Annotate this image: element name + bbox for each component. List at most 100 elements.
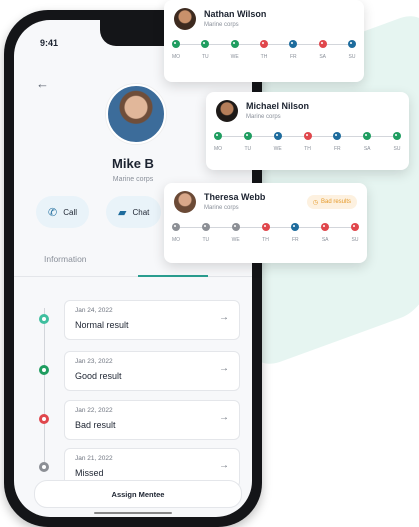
day-status: SU (340, 40, 364, 60)
day-dot (289, 40, 298, 48)
day-dot (201, 40, 210, 48)
result-label: Good result (75, 371, 122, 381)
day-status: TU (193, 40, 217, 60)
day-dot (231, 223, 240, 231)
day-dot (303, 132, 312, 140)
day-label: SU (351, 237, 359, 243)
tab-active-indicator (138, 275, 208, 277)
day-status: WE (223, 40, 247, 60)
arrow-right-icon: → (219, 363, 229, 374)
chat-icon: ▰ (118, 206, 127, 219)
week-days: MO TU WE TH FR SA SU (214, 132, 401, 162)
day-status: SA (355, 132, 379, 152)
day-status: FR (325, 132, 349, 152)
result-date: Jan 21, 2022 (75, 455, 113, 462)
day-dot (321, 223, 330, 231)
result-date: Jan 23, 2022 (75, 358, 113, 365)
badge-label: Bad results (320, 199, 351, 205)
day-label: TH (304, 146, 311, 152)
day-label: WE (230, 54, 239, 60)
call-button[interactable]: ✆ Call (36, 196, 89, 228)
day-status: MO (206, 132, 230, 152)
day-dot (318, 40, 327, 48)
timeline-dot (39, 462, 49, 472)
avatar (174, 191, 196, 213)
day-label: FR (291, 237, 299, 243)
day-dot (333, 132, 342, 140)
result-card[interactable]: Jan 23, 2022 Good result → (64, 351, 240, 391)
week-days: MO TU WE TH FR SA SU (172, 223, 359, 253)
back-arrow-icon[interactable]: ← (36, 76, 49, 91)
day-status: FR (281, 40, 305, 60)
mentee-card[interactable]: Nathan Wilson Marine corps MO TU WE TH FR SA S… (164, 0, 364, 82)
day-status: WE (224, 223, 248, 243)
day-dot (201, 223, 210, 231)
day-label: TH (262, 237, 269, 243)
mentee-name: Nathan Wilson (204, 9, 267, 19)
call-label: Call (63, 207, 77, 217)
phone-frame: 9:41 ← Mike B Marine corps ✆ Call ▰ Chat… (4, 10, 262, 527)
day-label: SA (319, 54, 326, 60)
day-label: MO (171, 54, 181, 60)
day-label: WE (273, 146, 282, 152)
day-status: TU (236, 132, 260, 152)
day-status: TU (194, 223, 218, 243)
result-date: Jan 22, 2022 (75, 407, 113, 414)
mentee-card[interactable]: Theresa Webb Marine corps ◷ Bad results … (164, 183, 367, 263)
day-status: TH (254, 223, 278, 243)
day-label: FR (333, 146, 341, 152)
mentee-card[interactable]: Michael Nilson Marine corps MO TU WE TH FR SA… (206, 92, 409, 170)
day-dot (261, 223, 270, 231)
mentee-name: Michael Nilson (246, 101, 310, 111)
assign-mentee-button[interactable]: Assign Mentee (34, 480, 242, 508)
mentee-role: Marine corps (246, 114, 281, 120)
mentee-name: Theresa Webb (204, 192, 266, 202)
mentee-role: Marine corps (204, 22, 239, 28)
arrow-right-icon: → (219, 412, 229, 423)
day-dot (348, 40, 356, 48)
day-dot (393, 132, 401, 140)
day-label: SU (393, 146, 401, 152)
day-label: TH (260, 54, 268, 60)
day-label: WE (231, 237, 240, 243)
day-status: MO (164, 223, 188, 243)
day-status: SA (311, 40, 335, 60)
timeline-line (44, 308, 45, 468)
day-status: TH (252, 40, 276, 60)
result-label: Bad result (75, 420, 116, 430)
avatar (106, 84, 166, 144)
day-status: SU (343, 223, 367, 243)
chat-button[interactable]: ▰ Chat (106, 196, 162, 228)
day-status: SA (313, 223, 337, 243)
day-dot (172, 223, 180, 231)
mentee-role: Marine corps (204, 205, 239, 211)
day-status: TH (296, 132, 320, 152)
phone-icon: ✆ (48, 206, 58, 219)
day-status: SU (385, 132, 409, 152)
day-dot (363, 132, 372, 140)
week-days: MO TU WE TH FR SA SU (172, 40, 356, 70)
tab-information[interactable]: Information (44, 254, 87, 264)
result-card[interactable]: Jan 22, 2022 Bad result → (64, 400, 240, 440)
day-label: TU (202, 237, 210, 243)
result-card[interactable]: Jan 24, 2022 Normal result → (64, 300, 240, 340)
day-label: SU (348, 54, 356, 60)
result-label: Normal result (75, 320, 129, 330)
day-status: MO (164, 40, 188, 60)
day-label: FR (289, 54, 297, 60)
status-time: 9:41 (40, 38, 59, 48)
day-label: TU (244, 146, 252, 152)
day-dot (230, 40, 239, 48)
arrow-right-icon: → (219, 312, 229, 323)
avatar (174, 8, 196, 30)
chat-label: Chat (132, 207, 150, 217)
home-indicator (94, 512, 172, 514)
day-dot (243, 132, 252, 140)
tab-divider (14, 276, 252, 277)
day-label: MO (213, 146, 223, 152)
timeline-dot (39, 365, 49, 375)
profile-role: Marine corps (112, 176, 154, 183)
day-label: MO (171, 237, 181, 243)
arrow-right-icon: → (219, 460, 229, 471)
day-label: TU (201, 54, 209, 60)
